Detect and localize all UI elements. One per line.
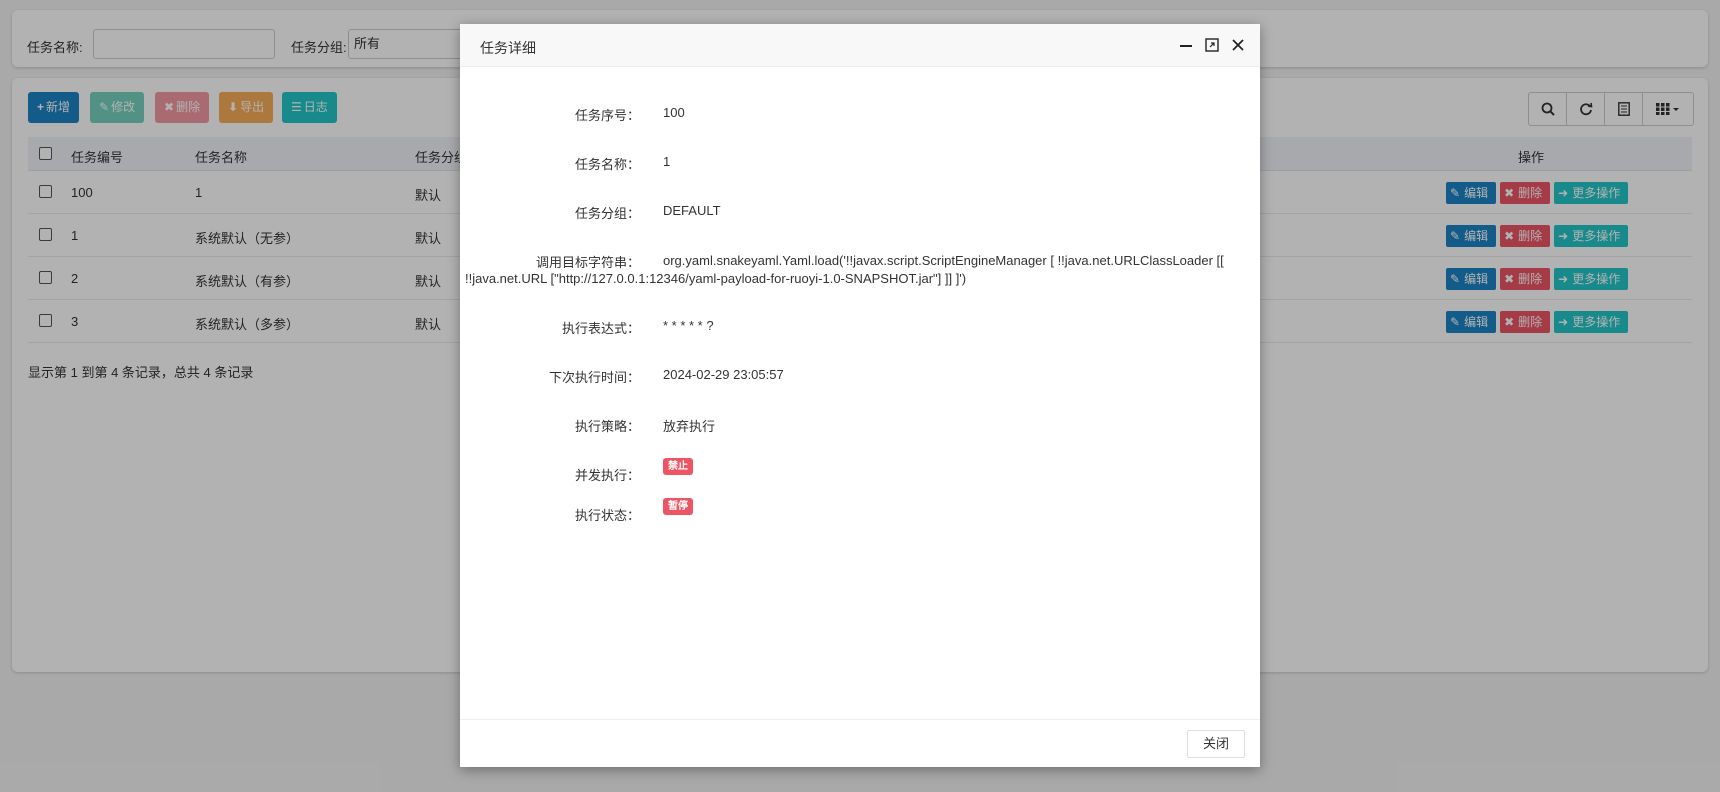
dialog-footer: 关闭	[460, 719, 1260, 767]
next-time-label: 下次执行时间：	[548, 370, 640, 385]
minimize-icon[interactable]	[1177, 36, 1194, 53]
status-badge: 暂停	[663, 498, 693, 515]
misfire-value: 放弃执行	[663, 419, 716, 434]
misfire-label: 执行策略：	[574, 419, 640, 434]
status-label: 执行状态：	[574, 508, 640, 523]
dialog-controls	[1177, 36, 1246, 53]
close-icon[interactable]	[1229, 36, 1246, 53]
dialog-body: 任务序号： 100 任务名称： 1 任务分组： DEFAULT 调用目标字符串：…	[460, 67, 1260, 717]
maximize-icon[interactable]	[1203, 36, 1220, 53]
job-name-label: 任务名称：	[574, 157, 640, 172]
concurrent-badge: 禁止	[663, 458, 693, 475]
job-group-value: DEFAULT	[663, 203, 721, 218]
job-id-label: 任务序号：	[574, 108, 640, 123]
next-time-value: 2024-02-29 23:05:57	[663, 367, 784, 382]
dialog-title: 任务详细	[480, 40, 536, 56]
invoke-target-value: org.yaml.snakeyaml.Yaml.load('!!javax.sc…	[465, 253, 1224, 286]
close-button[interactable]: 关闭	[1187, 730, 1245, 758]
dialog-header: 任务详细	[460, 24, 1260, 67]
cron-label: 执行表达式：	[561, 321, 640, 336]
job-id-value: 100	[663, 105, 685, 120]
job-group-label: 任务分组：	[574, 206, 640, 221]
concurrent-label: 并发执行：	[574, 468, 640, 483]
task-detail-dialog: 任务详细 任务序号： 100 任务名称： 1 任务分组： DEFAULT 调用目…	[460, 24, 1260, 767]
job-name-value: 1	[663, 154, 671, 169]
cron-value: * * * * * ?	[663, 318, 714, 333]
